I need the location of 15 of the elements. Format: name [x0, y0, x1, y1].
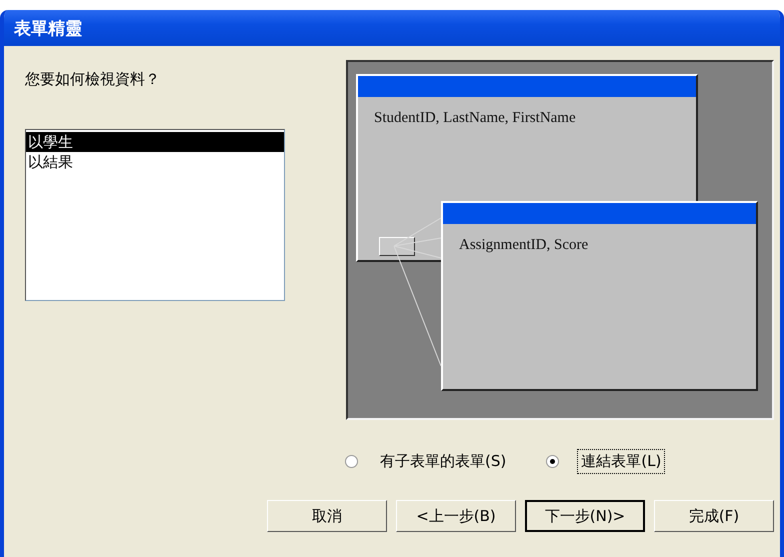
radio-button[interactable]: [345, 455, 358, 468]
radio-label[interactable]: 連結表單(L): [577, 449, 666, 474]
radio-label[interactable]: 有子表單的表單(S): [376, 449, 510, 474]
view-listbox[interactable]: 以學生 以結果: [25, 129, 285, 301]
dialog-button[interactable]: 取消: [267, 500, 387, 532]
list-item[interactable]: 以學生: [26, 132, 284, 152]
radio-button[interactable]: [546, 455, 560, 468]
dialog-button[interactable]: 完成(F): [654, 500, 774, 532]
window-title: 表單精靈: [14, 18, 82, 40]
field-list: AssignmentID, Score: [459, 237, 756, 254]
dialog-button[interactable]: <上一步(B): [396, 500, 516, 532]
field-list: StudentID, LastName, FirstName: [374, 110, 696, 127]
form-button-preview: [379, 237, 415, 256]
question-label: 您要如何檢視資料？: [25, 70, 161, 89]
dialog-button[interactable]: 下一步(N)>: [525, 500, 645, 532]
